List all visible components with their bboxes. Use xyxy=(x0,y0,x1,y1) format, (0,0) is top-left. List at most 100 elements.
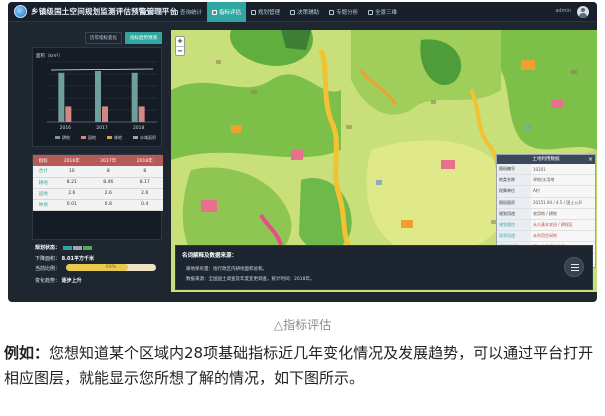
table-cell: 8 xyxy=(90,166,127,178)
table-cell: 2.6 xyxy=(126,188,163,200)
popup-row-key: 图斑面积 xyxy=(497,197,531,208)
table-cell: 耕地 xyxy=(33,177,54,189)
nav-item-icon xyxy=(290,9,296,15)
indicator-tabs: 历年指标变化 指标趋势预测 xyxy=(32,32,162,44)
plan-status-row: 规划状态： xyxy=(35,244,92,251)
x-tick-label: 2017 xyxy=(96,125,108,131)
current-ratio-bar: 69% xyxy=(66,264,156,271)
trend-row: 变化趋势： 逐步上升 xyxy=(35,277,82,284)
paragraph-lead: 例如： xyxy=(4,344,50,362)
table-header-row: 指标 2016年 2017年 2018年 xyxy=(33,155,163,166)
popup-row-value: 永久基本农田 / 耕保区 xyxy=(533,222,573,228)
app-window: 乡镇级国土空间规划监测评估预警管理平台 首页 查询统计 指标评估 规划管理 决策辅助 专题… xyxy=(8,2,597,302)
nav-item-2[interactable]: 指标评估 xyxy=(207,2,247,22)
popup-row: 图斑编号 10201 xyxy=(497,164,595,176)
table-row: 园地 2.6 2.6 2.6 xyxy=(33,188,163,200)
close-icon[interactable]: × xyxy=(588,155,593,164)
nav-item-4[interactable]: 决策辅助 xyxy=(285,2,324,22)
legend-swatch xyxy=(55,136,60,139)
bar-chart-svg: 面积（km²） 2016 2017 2018 耕地 园地 林地 水域面积 xyxy=(36,52,157,140)
zoom-in-button[interactable]: + xyxy=(176,37,184,46)
table-cell: 10 xyxy=(53,166,91,178)
popup-row-value: 20151.94 / 4.5 / 国土公开 xyxy=(533,199,583,205)
nav-item-icon xyxy=(145,9,150,15)
paragraph-text: 您想知道某个区域内28项基础指标近几年变化情况及发展趋势，可以通过平台打开相应图… xyxy=(4,344,594,387)
popup-row-value: 10201 xyxy=(533,166,546,172)
table-cell: 8.46 xyxy=(90,177,127,189)
menu-list-icon[interactable] xyxy=(564,257,584,277)
popup-row-key: 权属单位 xyxy=(497,186,531,197)
table-body: 合计 10 8 8 耕地 8.21 8.46 8.17 园地 2.6 2.6 2.6 林地 0.01 0.8… xyxy=(33,166,163,211)
bar-园地-2018 xyxy=(138,106,145,122)
legend-label: 耕地 xyxy=(62,134,70,140)
table-cell: 0.4 xyxy=(126,199,163,211)
table-row: 合计 10 8 8 xyxy=(33,166,163,178)
popup-row: 图斑面积 20151.94 / 4.5 / 国土公开 xyxy=(497,197,595,209)
current-ratio-value: 69% xyxy=(105,265,116,270)
trend-label: 变化趋势： xyxy=(35,278,61,284)
table-cell: 0.8 xyxy=(90,199,127,211)
bar-耕地-2018 xyxy=(131,72,138,122)
popup-row-value: 未利用空闲地 xyxy=(533,233,557,239)
table-cell: 2.6 xyxy=(90,188,127,200)
figure-caption: △指标评估 xyxy=(273,318,332,332)
table-cell: 园地 xyxy=(33,188,54,200)
table-cell: 0.01 xyxy=(53,199,91,211)
user-name[interactable]: admin xyxy=(555,8,571,14)
nav-item-label: 首页 xyxy=(152,10,164,16)
table-cell: 8 xyxy=(126,166,163,178)
popup-row-key: 地类名称 xyxy=(497,175,531,186)
nav-item-1[interactable]: 查询统计 xyxy=(168,2,207,22)
popup-row-value: A村 xyxy=(533,188,540,194)
nav-item-3[interactable]: 规划管理 xyxy=(246,2,285,22)
indicator-table: 指标 2016年 2017年 2018年 合计 10 8 8 耕地 8.21 8.46 8.17 园地… xyxy=(33,155,163,211)
legend-swatch xyxy=(81,136,86,139)
bar-园地-2017 xyxy=(102,106,108,122)
popup-row: 规划用途 农用地 / 耕地 xyxy=(497,208,595,220)
popup-row-value: 农用地 / 耕地 xyxy=(533,210,557,216)
table-row: 林地 0.01 0.8 0.4 xyxy=(33,199,163,211)
map-zoom-control: + − xyxy=(175,36,185,56)
indicator-chart: 面积（km²） 2016 2017 2018 耕地 园地 林地 水域面积 xyxy=(32,47,162,147)
platform-logo-icon xyxy=(14,5,27,18)
popup-header: 土地利用数据 × xyxy=(497,155,595,164)
nav-item-label: 指标评估 xyxy=(219,10,242,16)
land-use-map[interactable]: + − 土地利用数据 × 图斑编号 10201 地类名称 旱地/水浇地 权属单位 A村 图斑… xyxy=(171,30,597,292)
trend-line xyxy=(50,68,154,71)
current-ratio-label: 当前比例： xyxy=(35,266,61,272)
popup-row-key: 规划用途 xyxy=(497,208,531,219)
status-legend-chip xyxy=(82,245,92,250)
popup-row-key: 规划管控 xyxy=(497,219,531,231)
indicator-table-box: 指标 2016年 2017年 2018年 合计 10 8 8 耕地 8.21 8.46 8.17 园地… xyxy=(32,154,163,240)
nav-item-6[interactable]: 全景三维 xyxy=(363,2,402,22)
nav-item-5[interactable]: 专题分析 xyxy=(324,2,363,22)
tab-0[interactable]: 历年指标变化 xyxy=(85,32,122,44)
table-header-cell: 2018年 xyxy=(126,155,163,166)
status-legend-chip xyxy=(62,245,72,250)
x-tick-label: 2018 xyxy=(133,125,145,131)
ratio-row-label: 当前比例： xyxy=(35,265,60,272)
body-paragraph: 例如：您想知道某个区域内28项基础指标近几年变化情况及发展趋势，可以通过平台打开… xyxy=(4,341,601,391)
nav-item-0[interactable]: 首页 xyxy=(140,2,168,22)
nav-item-label: 规划管理 xyxy=(258,10,281,16)
plan-status-label: 规划状态： xyxy=(35,245,61,251)
popup-row-key: 现状用途 xyxy=(497,231,531,242)
legend-label: 园地 xyxy=(88,134,96,140)
popup-row: 地类名称 旱地/水浇地 xyxy=(497,175,595,187)
table-cell: 合计 xyxy=(33,166,54,178)
main-nav: 首页 查询统计 指标评估 规划管理 决策辅助 专题分析 全景三维 xyxy=(140,2,402,22)
nav-item-icon xyxy=(368,9,374,15)
user-avatar-icon[interactable] xyxy=(577,6,589,18)
tab-1[interactable]: 指标趋势预测 xyxy=(125,32,162,44)
legend-label: 林地 xyxy=(114,134,122,140)
glossary-title: 名词解释及数据来源： xyxy=(182,253,238,259)
legend-swatch xyxy=(133,136,138,139)
nav-item-icon xyxy=(251,9,257,15)
zoom-out-button[interactable]: − xyxy=(176,46,184,55)
nav-item-label: 专题分析 xyxy=(336,10,359,16)
nav-item-icon xyxy=(212,9,218,15)
table-header-cell: 指标 xyxy=(33,155,54,166)
table-cell: 8.21 xyxy=(53,177,91,189)
popup-title: 土地利用数据 xyxy=(532,157,560,162)
popup-row: 权属单位 A村 xyxy=(497,186,595,198)
